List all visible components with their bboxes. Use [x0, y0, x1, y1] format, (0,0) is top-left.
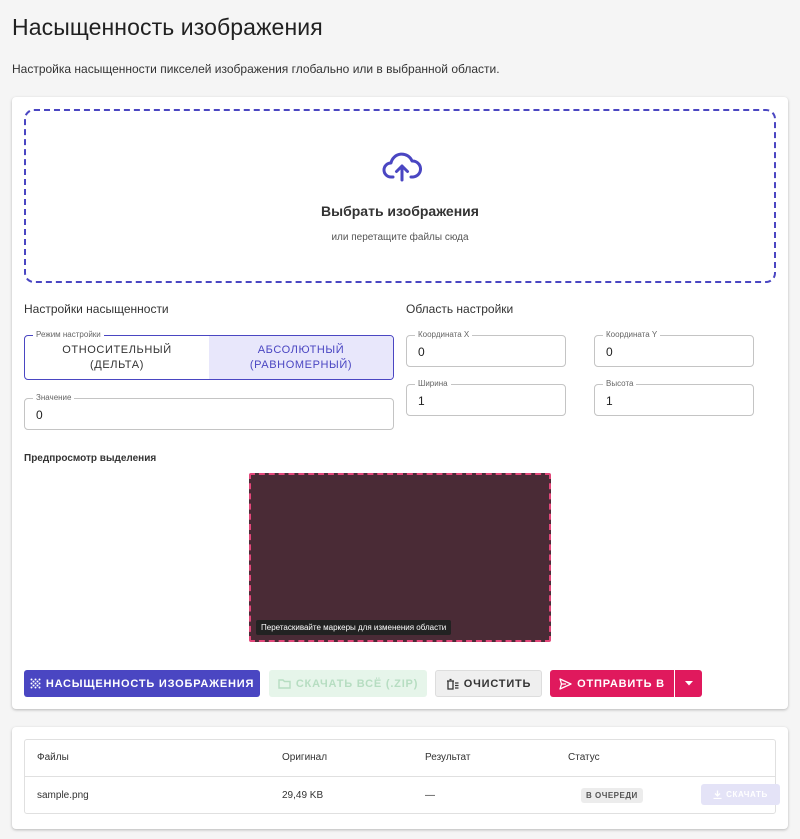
height-input[interactable]: Высота 1: [594, 379, 754, 416]
files-table: Файлы Оригинал Результат Статус sample.p…: [24, 739, 780, 814]
width-legend: Ширина: [415, 379, 451, 389]
region-section-title: Область настройки: [406, 302, 514, 316]
value-text: 0: [36, 408, 43, 422]
header-files: Файлы: [37, 752, 69, 763]
saturation-section-title: Настройки насыщенности: [24, 302, 169, 316]
mode-legend: Режим настройки: [33, 330, 104, 340]
coord-y-legend: Координата Y: [603, 330, 661, 340]
dropzone-subtitle: или перетащите файлы сюда: [331, 232, 469, 243]
download-all-label: СКАЧАТЬ ВСЁ (.ZIP): [295, 677, 419, 690]
page-title: Насыщенность изображения: [12, 14, 323, 40]
dropzone-title: Выбрать изображения: [321, 203, 479, 219]
grain-icon: [30, 678, 41, 689]
clear-button[interactable]: ОЧИСТИТЬ: [435, 670, 542, 697]
coord-x-value: 0: [418, 345, 425, 359]
send-to-button[interactable]: ОТПРАВИТЬ В: [550, 670, 674, 697]
header-original: Оригинал: [282, 752, 328, 763]
preview-hint: Перетаскивайте маркеры для изменения обл…: [256, 620, 452, 635]
send-icon: [559, 677, 572, 690]
download-icon: [713, 790, 722, 799]
header-status: Статус: [568, 752, 600, 763]
download-all-zip-button[interactable]: СКАЧАТЬ ВСЁ (.ZIP): [269, 670, 427, 697]
page-description: Настройка насыщенности пикселей изображе…: [12, 62, 500, 76]
file-result: —: [425, 790, 435, 801]
mode-toggle: Режим настройки ОТНОСИТЕЛЬНЫЙ (ДЕЛЬТА) А…: [24, 330, 394, 380]
send-to-dropdown-button[interactable]: [675, 670, 702, 697]
value-legend: Значение: [33, 393, 75, 403]
file-name: sample.png: [37, 790, 89, 801]
apply-saturation-button[interactable]: НАСЫЩЕННОСТЬ ИЗОБРАЖЕНИЯ: [24, 670, 260, 697]
send-to-label: ОТПРАВИТЬ В: [577, 677, 665, 690]
apply-saturation-label: НАСЫЩЕННОСТЬ ИЗОБРАЖЕНИЯ: [45, 677, 255, 690]
file-original-size: 29,49 KB: [282, 790, 324, 801]
caret-down-icon: [684, 681, 693, 686]
header-divider: [25, 776, 775, 777]
selection-preview[interactable]: Перетаскивайте маркеры для изменения обл…: [249, 473, 551, 642]
mode-absolute-button[interactable]: АБСОЛЮТНЫЙ (РАВНОМЕРНЫЙ): [209, 336, 393, 379]
coord-y-input[interactable]: Координата Y 0: [594, 330, 754, 367]
width-input[interactable]: Ширина 1: [406, 379, 566, 416]
coord-x-input[interactable]: Координата X 0: [406, 330, 566, 367]
coord-y-value: 0: [606, 345, 613, 359]
files-card: Файлы Оригинал Результат Статус sample.p…: [12, 727, 788, 829]
cloud-upload-icon: [382, 152, 422, 182]
download-file-label: СКАЧАТЬ: [726, 790, 768, 799]
coord-x-legend: Координата X: [415, 330, 473, 340]
preview-label: Предпросмотр выделения: [24, 453, 157, 464]
download-file-button[interactable]: СКАЧАТЬ: [701, 784, 780, 805]
image-dropzone[interactable]: Выбрать изображения или перетащите файлы…: [24, 109, 776, 283]
status-badge: В ОЧЕРЕДИ: [581, 788, 643, 803]
folder-icon: [278, 679, 291, 689]
height-legend: Высота: [603, 379, 637, 389]
main-card: Выбрать изображения или перетащите файлы…: [12, 97, 788, 709]
mode-relative-button[interactable]: ОТНОСИТЕЛЬНЫЙ (ДЕЛЬТА): [25, 336, 209, 379]
saturation-value-input[interactable]: Значение 0: [24, 393, 394, 430]
clear-all-icon: [446, 678, 459, 690]
clear-label: ОЧИСТИТЬ: [463, 677, 532, 690]
height-value: 1: [606, 394, 613, 408]
header-result: Результат: [425, 752, 471, 763]
width-value: 1: [418, 394, 425, 408]
